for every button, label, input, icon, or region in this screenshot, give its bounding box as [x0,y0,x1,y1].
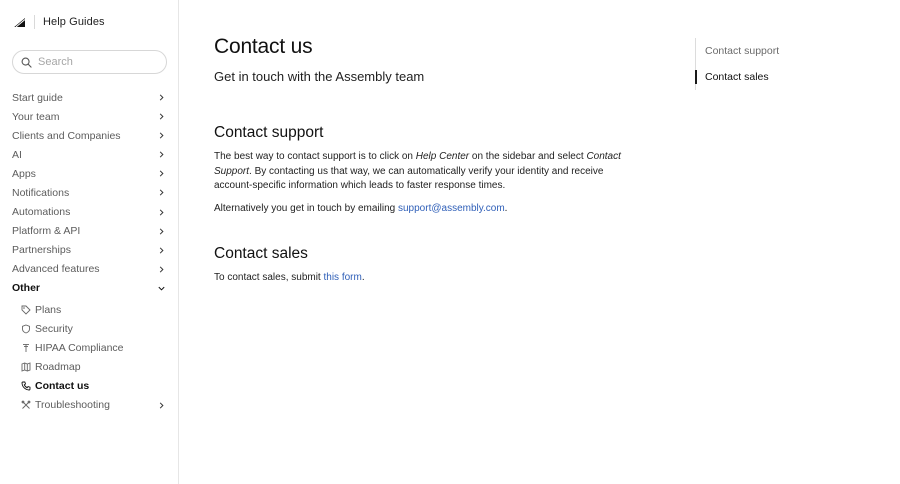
brand-divider [34,15,35,29]
sidebar-item-label: Advanced features [12,263,100,276]
search-icon [21,57,32,68]
chevron-right-icon [159,189,164,197]
chevron-right-icon [159,94,164,101]
sidebar-item-apps[interactable]: Apps [0,164,178,183]
sidebar-item-label: AI [12,148,22,161]
toc-item-contact-support[interactable]: Contact support [696,38,875,64]
pin-icon [23,343,29,352]
sidebar-item-label: Other [12,282,41,295]
search-box[interactable] [12,50,167,74]
sidebar-item-start-guide[interactable]: Start guide [0,88,178,107]
sidebar-item-your-team[interactable]: Your team [0,107,178,126]
sidebar-subitem-hipaa[interactable]: HIPAA Compliance [0,338,178,357]
map-icon [21,362,31,372]
chevron-right-icon [159,113,164,120]
sidebar-item-notifications[interactable]: Notifications [0,183,178,202]
sidebar-item-label: Automations [12,206,71,219]
chevron-right-icon [159,228,164,235]
help-center-emphasis: Help Center [415,151,470,162]
chevron-right-icon [159,170,164,177]
brand-title: Help Guides [43,16,105,28]
page-title: Contact us [214,35,313,58]
sidebar-subitem-security[interactable]: Security [0,319,178,338]
sidebar-item-clients-companies[interactable]: Clients and Companies [0,126,178,145]
phone-icon [21,381,31,391]
sidebar-item-label: Your team [12,110,60,123]
chevron-right-icon [159,247,164,254]
email-paragraph: Alternatively you get in touch by emaili… [214,202,629,217]
support-paragraph: The best way to contact support is to cl… [214,150,629,194]
chevron-right-icon [159,132,164,139]
chevron-right-icon [159,401,164,409]
sales-paragraph: To contact sales, submit this form. [214,271,629,286]
support-email-link[interactable]: support@assembly.com [398,203,505,214]
sidebar-subitem-roadmap[interactable]: Roadmap [0,357,178,376]
toc-item-label: Contact support [705,45,780,57]
table-of-contents: Contact support Contact sales [695,38,875,90]
tag-icon [21,305,31,315]
sidebar-item-label: Notifications [12,187,70,200]
chevron-right-icon [159,209,164,216]
sidebar-subnav-other: Plans Security HIPAA Compliance Roadmap … [0,300,178,415]
text-segment: To contact sales, submit [214,272,324,283]
sidebar-item-ai[interactable]: AI [0,145,178,164]
sidebar-item-other[interactable]: Other [0,279,178,298]
text-segment: Alternatively you get in touch by emaili… [214,203,398,214]
sidebar-item-platform-api[interactable]: Platform & API [0,222,178,241]
search-input[interactable] [38,56,158,68]
toc-item-label: Contact sales [705,71,769,83]
sidebar-subitem-troubleshooting[interactable]: Troubleshooting [0,396,178,415]
page-subtitle: Get in touch with the Assembly team [214,69,425,84]
sidebar-subitem-label: HIPAA Compliance [35,341,124,354]
heading-contact-support: Contact support [214,124,324,141]
sidebar-subitem-label: Security [35,322,73,335]
text-segment: on the sidebar and select [469,151,587,162]
assembly-logo-icon [12,16,26,28]
sidebar-nav: Start guide Your team Clients and Compan… [0,88,178,415]
text-segment: . [504,203,508,214]
chevron-right-icon [159,151,164,158]
chevron-right-icon [159,266,164,273]
sidebar-item-label: Apps [12,167,36,180]
sidebar-subitem-plans[interactable]: Plans [0,300,178,319]
sales-form-link[interactable]: this form [324,272,362,283]
sidebar-subitem-label: Plans [35,303,62,316]
text-segment: . [361,272,365,283]
sidebar-item-label: Platform & API [12,225,81,238]
sidebar: Help Guides Start guide Your team Client… [0,0,179,484]
brand[interactable]: Help Guides [12,14,105,30]
chevron-down-icon [158,286,165,291]
sidebar-subitem-label: Contact us [35,379,90,392]
sidebar-subitem-contact-us[interactable]: Contact us [0,376,178,395]
sidebar-item-automations[interactable]: Automations [0,203,178,222]
sidebar-item-partnerships[interactable]: Partnerships [0,241,178,260]
sidebar-subitem-label: Troubleshooting [35,399,110,412]
toc-item-contact-sales[interactable]: Contact sales [695,64,875,90]
sidebar-item-advanced-features[interactable]: Advanced features [0,260,178,279]
sidebar-item-label: Start guide [12,91,63,104]
tools-icon [21,400,31,409]
sidebar-item-label: Partnerships [12,244,71,257]
heading-contact-sales: Contact sales [214,245,308,262]
text-segment: . By contacting us that way, we can auto… [214,165,604,192]
sidebar-subitem-label: Roadmap [35,360,81,373]
sidebar-item-label: Clients and Companies [12,129,121,142]
shield-icon [22,324,30,334]
text-segment: The best way to contact support is to cl… [214,151,416,162]
